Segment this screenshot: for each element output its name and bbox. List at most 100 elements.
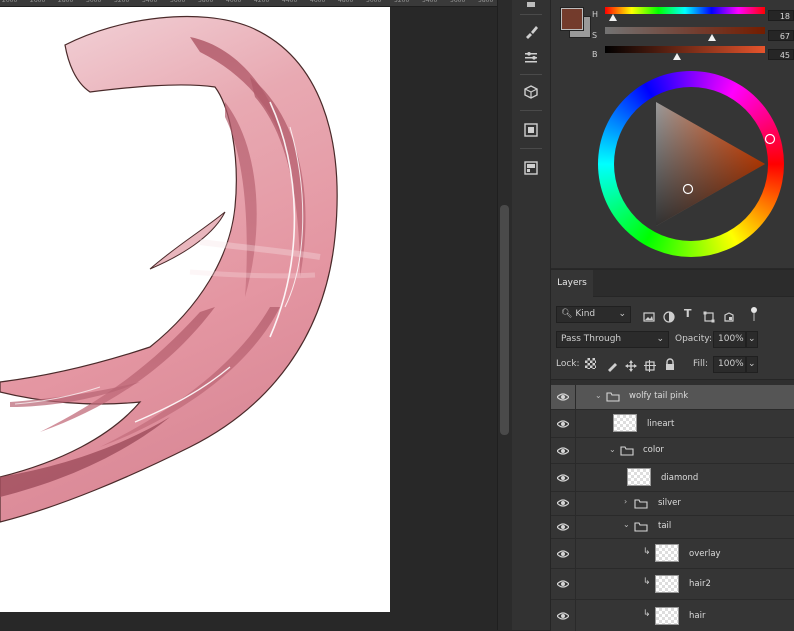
lock-transparency-icon[interactable] (585, 358, 596, 369)
opacity-label: Opacity: (675, 334, 712, 344)
eye-icon (557, 474, 569, 482)
chevron-down-icon: ⌄ (618, 309, 626, 319)
layer-name: hair (689, 611, 706, 621)
layer-row-lineart[interactable]: lineart (551, 410, 794, 438)
ruler-label: 5400 (422, 0, 438, 4)
horizontal-ruler: 2000 2600 2800 3000 3200 3400 3600 3800 … (0, 0, 497, 7)
ruler-label: 3600 (170, 0, 186, 4)
layer-thumbnail (655, 575, 679, 593)
pasteboard-bottom (0, 612, 390, 630)
ruler-label: 3400 (142, 0, 158, 4)
properties-icon[interactable] (521, 120, 541, 140)
layer-row-wolfy-tail-pink[interactable]: ⌄ wolfy tail pink (551, 385, 794, 410)
saturation-value[interactable]: 67 (768, 30, 794, 41)
folder-icon (634, 499, 648, 509)
color-panel: H 18 S 67 B 45 (551, 0, 794, 268)
folder-icon (634, 522, 648, 532)
layer-row-hair2[interactable]: ↳ hair2 (551, 569, 794, 600)
strip-divider (520, 74, 542, 75)
opacity-input[interactable]: 100% (713, 331, 746, 348)
visibility-toggle[interactable] (551, 600, 576, 631)
layer-name: lineart (647, 419, 675, 429)
canvas-scrollbar[interactable] (497, 0, 512, 630)
blend-mode-select[interactable]: Pass Through ⌄ (556, 331, 669, 348)
ruler-label: 2800 (58, 0, 74, 4)
folder-icon (620, 446, 634, 456)
scrollbar-thumb[interactable] (500, 205, 509, 435)
fill-dropdown[interactable]: ⌄ (746, 356, 758, 373)
chevron-down-icon: ⌄ (656, 334, 664, 344)
ruler-label: 4800 (338, 0, 354, 4)
brightness-value[interactable]: 45 (768, 49, 794, 60)
layer-thumbnail (627, 468, 651, 486)
search-icon: 🔍︎ (561, 309, 573, 319)
brush-settings-icon[interactable] (521, 48, 541, 68)
chevron-down-icon: ⌄ (748, 359, 756, 369)
visibility-toggle[interactable] (551, 569, 576, 599)
filter-toggle-icon[interactable] (750, 306, 758, 322)
hue-value[interactable]: 18 (768, 10, 794, 21)
ruler-label: 2600 (30, 0, 46, 4)
layer-row-silver[interactable]: › silver (551, 492, 794, 516)
visibility-toggle[interactable] (551, 385, 576, 409)
layer-name: tail (658, 521, 672, 531)
visibility-toggle[interactable] (551, 539, 576, 568)
chevron-down-icon[interactable]: ⌄ (623, 520, 630, 529)
brightness-slider-thumb[interactable] (673, 53, 681, 60)
chevron-down-icon: ⌄ (748, 334, 756, 344)
brush-icon[interactable] (521, 22, 541, 42)
eye-icon (557, 393, 569, 401)
tab-layers[interactable]: Layers (551, 270, 593, 297)
chevron-right-icon[interactable]: › (624, 497, 627, 506)
3d-cube-icon[interactable] (521, 82, 541, 102)
hue-slider-track[interactable] (605, 7, 765, 14)
visibility-toggle[interactable] (551, 438, 576, 463)
eye-icon (557, 580, 569, 588)
shape-filter-icon[interactable] (703, 308, 715, 323)
layer-row-tail[interactable]: ⌄ tail (551, 516, 794, 539)
layer-thumbnail (655, 544, 679, 562)
lock-position-icon[interactable] (625, 357, 637, 372)
opacity-dropdown[interactable]: ⌄ (746, 331, 758, 348)
hue-slider-thumb[interactable] (609, 14, 617, 21)
adjustment-filter-icon[interactable] (663, 308, 675, 323)
clipping-mask-icon: ↳ (643, 547, 651, 557)
lock-artboard-icon[interactable] (644, 357, 656, 372)
ruler-label: 4400 (282, 0, 298, 4)
saturation-slider-track[interactable] (605, 27, 765, 34)
chevron-down-icon[interactable]: ⌄ (609, 445, 616, 454)
tail-artwork (0, 15, 338, 523)
document-canvas[interactable] (0, 7, 390, 612)
visibility-toggle[interactable] (551, 464, 576, 491)
visibility-toggle[interactable] (551, 410, 576, 437)
layer-name: silver (658, 498, 681, 508)
ruler-label: 4200 (254, 0, 270, 4)
layer-row-color[interactable]: ⌄ color (551, 438, 794, 464)
ruler-label: 5600 (450, 0, 466, 4)
libraries-icon[interactable] (521, 158, 541, 178)
layer-filter-kind[interactable]: 🔍︎ Kind ⌄ (556, 306, 631, 323)
image-filter-icon[interactable] (643, 308, 655, 322)
layer-row-overlay[interactable]: ↳ overlay (551, 539, 794, 569)
chevron-down-icon[interactable]: ⌄ (595, 391, 602, 400)
folder-icon (606, 392, 620, 402)
foreground-color-swatch[interactable] (561, 8, 583, 30)
layer-name: hair2 (689, 579, 711, 589)
lock-pixels-icon[interactable] (606, 357, 618, 372)
fill-input[interactable]: 100% (713, 356, 746, 373)
ruler-label: 3200 (114, 0, 130, 4)
saturation-brightness-triangle[interactable] (598, 71, 784, 257)
strip-divider (520, 110, 542, 111)
layer-row-hair[interactable]: ↳ hair (551, 600, 794, 631)
visibility-toggle[interactable] (551, 516, 576, 538)
collapse-icon[interactable] (521, 0, 541, 10)
brightness-slider-track[interactable] (605, 46, 765, 53)
saturation-slider-thumb[interactable] (708, 34, 717, 41)
lock-all-icon[interactable] (664, 356, 676, 370)
visibility-toggle[interactable] (551, 492, 576, 515)
ruler-label: 4600 (310, 0, 326, 4)
type-filter-icon[interactable]: T (684, 307, 696, 320)
layer-name: wolfy tail pink (629, 391, 689, 401)
layer-row-diamond[interactable]: diamond (551, 464, 794, 492)
smart-object-filter-icon[interactable] (723, 308, 735, 322)
